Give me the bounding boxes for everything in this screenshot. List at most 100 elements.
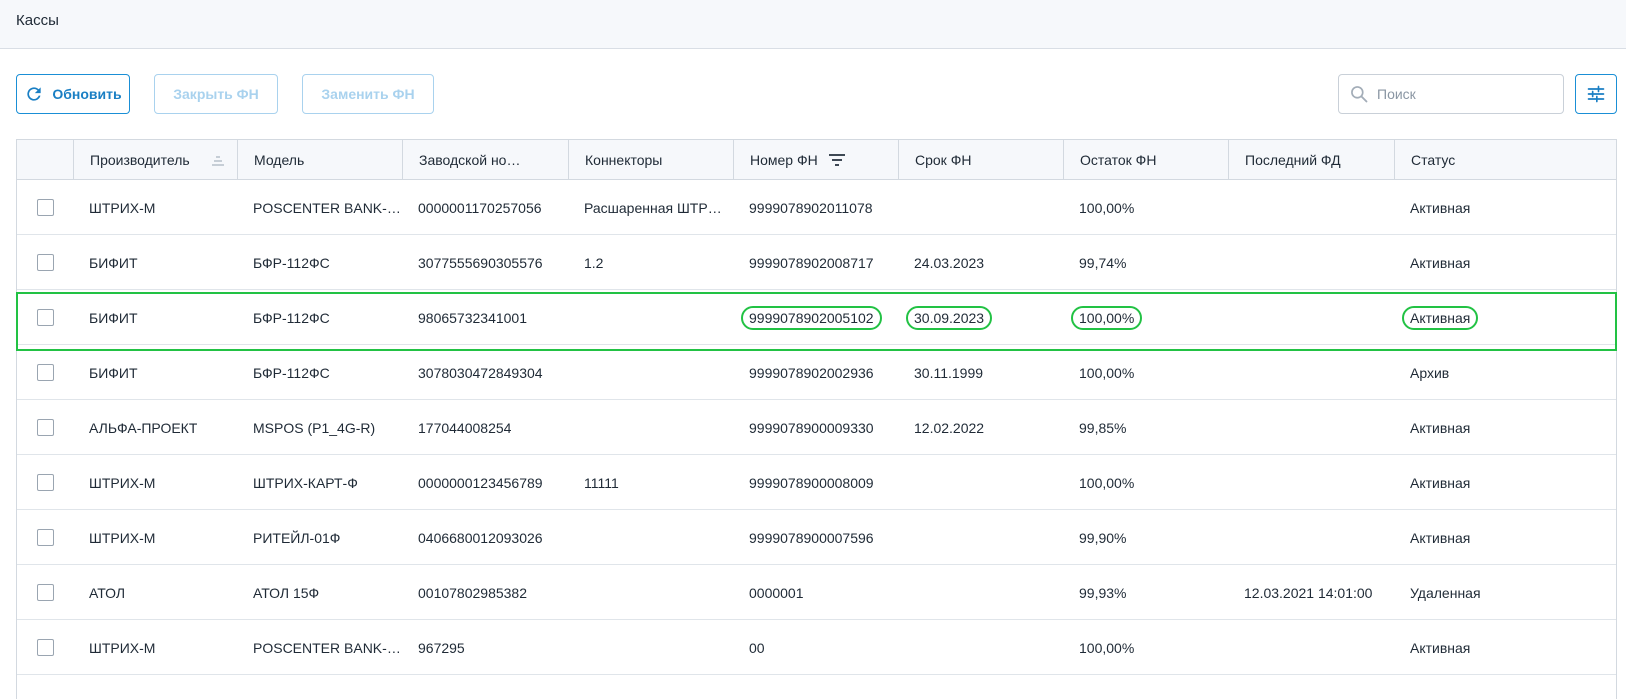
cell-fn-remaining-text: 100,00% bbox=[1079, 364, 1135, 381]
cell-model: ШТРИХ-КАРТ-Ф bbox=[237, 455, 402, 510]
refresh-button[interactable]: Обновить bbox=[16, 74, 130, 114]
cell-status-text: Активная bbox=[1410, 529, 1471, 546]
row-checkbox[interactable] bbox=[37, 474, 54, 491]
cell-fn-number: 0000001 bbox=[733, 565, 898, 620]
cell-fn-remaining: 99,90% bbox=[1063, 510, 1228, 565]
cell-fn-expiry bbox=[898, 180, 1063, 235]
header-fn-remaining[interactable]: Остаток ФН bbox=[1063, 140, 1228, 180]
cell-connectors bbox=[568, 400, 733, 455]
header-fn-expiry[interactable]: Срок ФН bbox=[898, 140, 1063, 180]
row-checkbox[interactable] bbox=[37, 419, 54, 436]
search-input[interactable] bbox=[1377, 83, 1557, 105]
refresh-icon bbox=[27, 87, 42, 101]
row-checkbox[interactable] bbox=[37, 639, 54, 656]
cell-connectors-text: Расшаренная ШТР… bbox=[584, 199, 722, 216]
cell-status-text: Архив bbox=[1410, 364, 1450, 381]
cell-last-fd-text: 12.03.2021 14:01:00 bbox=[1244, 584, 1373, 601]
cell-manufacturer-text: ШТРИХ-М bbox=[89, 529, 156, 546]
cell-connectors bbox=[568, 620, 733, 675]
table-row[interactable]: БИФИТ БФР-112ФС 98065732341001 999907890200… bbox=[17, 290, 1616, 345]
header-model[interactable]: Модель bbox=[237, 140, 402, 180]
cell-last-fd bbox=[1228, 400, 1394, 455]
cell-fn-expiry bbox=[898, 565, 1063, 620]
cell-fn-number: 9999078902005102 bbox=[733, 290, 898, 345]
cell-fn-remaining-text: 100,00% bbox=[1079, 199, 1135, 216]
cell-serial-number: 0406680012093026 bbox=[402, 510, 568, 565]
cell-fn-number: 9999078902008717 bbox=[733, 235, 898, 290]
cell-status: Активная bbox=[1394, 455, 1616, 510]
cell-connectors bbox=[568, 510, 733, 565]
cell-model: MSPOS (P1_4G-R) bbox=[237, 400, 402, 455]
cell-fn-number-text: 9999078900008009 bbox=[749, 474, 874, 491]
cell-fn-remaining: 100,00% bbox=[1063, 620, 1228, 675]
row-checkbox[interactable] bbox=[37, 309, 54, 326]
cell-serial-number: 0000000123456789 bbox=[402, 455, 568, 510]
cell-serial-number: 0000001170257056 bbox=[402, 180, 568, 235]
cell-last-fd: 12.03.2021 14:01:00 bbox=[1228, 565, 1394, 620]
table-row[interactable]: ШТРИХ-М POSCENTER BANK-0… 967295 00 100,00% А… bbox=[17, 620, 1616, 675]
cell-last-fd bbox=[1228, 290, 1394, 345]
cell-status-text: Активная bbox=[1410, 419, 1471, 436]
row-checkbox[interactable] bbox=[37, 364, 54, 381]
cell-manufacturer: АТОЛ bbox=[73, 565, 237, 620]
cell-fn-expiry: 24.03.2023 bbox=[898, 235, 1063, 290]
cell-model-text: БФР-112ФС bbox=[253, 309, 330, 326]
cell-connectors bbox=[568, 345, 733, 400]
header-fn-number[interactable]: Номер ФН bbox=[733, 140, 898, 180]
column-settings-button[interactable] bbox=[1575, 74, 1617, 114]
cell-manufacturer-text: БИФИТ bbox=[89, 254, 138, 271]
cell-fn-expiry-text: 30.11.1999 bbox=[914, 364, 984, 381]
table-row[interactable]: ШТРИХ-М РИТЕЙЛ-01Ф 0406680012093026 9999078… bbox=[17, 510, 1616, 565]
table-row[interactable]: АТОЛ АТОЛ 15Ф 00107802985382 0000001 99,93% 1… bbox=[17, 565, 1616, 620]
cell-model: БФР-112ФС bbox=[237, 345, 402, 400]
cell-fn-number-text: 9999078900007596 bbox=[749, 529, 874, 546]
row-checkbox[interactable] bbox=[37, 584, 54, 601]
cell-connectors: Расшаренная ШТР… bbox=[568, 180, 733, 235]
cell-connectors-text: 1.2 bbox=[584, 254, 604, 271]
cell-status-text: Активная bbox=[1410, 474, 1471, 491]
refresh-button-label: Обновить bbox=[52, 86, 122, 102]
cell-model: РИТЕЙЛ-01Ф bbox=[237, 510, 402, 565]
table-row[interactable]: БИФИТ БФР-112ФС 3078030472849304 9999078902… bbox=[17, 345, 1616, 400]
cell-model: POSCENTER BANK-0… bbox=[237, 180, 402, 235]
header-serial-number[interactable]: Заводской но… bbox=[402, 140, 568, 180]
header-last-fd[interactable]: Последний ФД bbox=[1228, 140, 1394, 180]
cell-fn-remaining: 100,00% bbox=[1063, 180, 1228, 235]
cell-manufacturer-text: АТОЛ bbox=[89, 584, 126, 601]
cell-fn-remaining-text: 99,90% bbox=[1079, 529, 1127, 546]
cell-manufacturer-text: БИФИТ bbox=[89, 309, 138, 326]
cell-manufacturer: ШТРИХ-М bbox=[73, 455, 237, 510]
cell-fn-number-text: 9999078900009330 bbox=[749, 419, 874, 436]
header-manufacturer[interactable]: Производитель bbox=[73, 140, 237, 180]
cell-fn-remaining-text: 99,85% bbox=[1079, 419, 1127, 436]
close-fn-button[interactable]: Закрыть ФН bbox=[154, 74, 278, 114]
header-connectors[interactable]: Коннекторы bbox=[568, 140, 733, 180]
table-row[interactable]: ШТРИХ-М POSCENTER BANK-0… 0000001170257056… bbox=[17, 180, 1616, 235]
row-checkbox[interactable] bbox=[37, 254, 54, 271]
cell-serial-number: 3078030472849304 bbox=[402, 345, 568, 400]
table-row[interactable]: ШТРИХ-М ШТРИХ-КАРТ-Ф 0000000123456789 11111… bbox=[17, 455, 1616, 510]
cell-model: АТОЛ 15Ф bbox=[237, 565, 402, 620]
cell-connectors: 11111 bbox=[568, 455, 733, 510]
cell-manufacturer: ШТРИХ-М bbox=[73, 620, 237, 675]
cell-serial-number-text: 177044008254 bbox=[418, 419, 512, 436]
row-checkbox[interactable] bbox=[37, 529, 54, 546]
cell-status-text: Удаленная bbox=[1410, 584, 1481, 601]
cell-serial-number: 98065732341001 bbox=[402, 290, 568, 345]
cell-fn-expiry bbox=[898, 510, 1063, 565]
cell-fn-expiry-text: 30.09.2023 bbox=[906, 305, 993, 330]
cell-manufacturer-text: ШТРИХ-М bbox=[89, 199, 156, 216]
cell-last-fd bbox=[1228, 620, 1394, 675]
table-row[interactable]: АЛЬФА-ПРОЕКТ MSPOS (P1_4G-R) 177044008254 9… bbox=[17, 400, 1616, 455]
replace-fn-button[interactable]: Заменить ФН bbox=[302, 74, 434, 114]
cell-status: Активная bbox=[1394, 620, 1616, 675]
cell-fn-expiry: 12.02.2022 bbox=[898, 400, 1063, 455]
search-icon bbox=[1351, 86, 1368, 103]
cell-fn-number: 9999078900007596 bbox=[733, 510, 898, 565]
table-row[interactable]: БИФИТ БФР-112ФС 3077555690305576 1.2 9999078… bbox=[17, 235, 1616, 290]
header-status[interactable]: Статус bbox=[1394, 140, 1616, 180]
cell-model-text: РИТЕЙЛ-01Ф bbox=[253, 529, 341, 546]
cell-manufacturer: ШТРИХ-М bbox=[73, 180, 237, 235]
cell-manufacturer-text: БИФИТ bbox=[89, 364, 138, 381]
row-checkbox[interactable] bbox=[37, 199, 54, 216]
